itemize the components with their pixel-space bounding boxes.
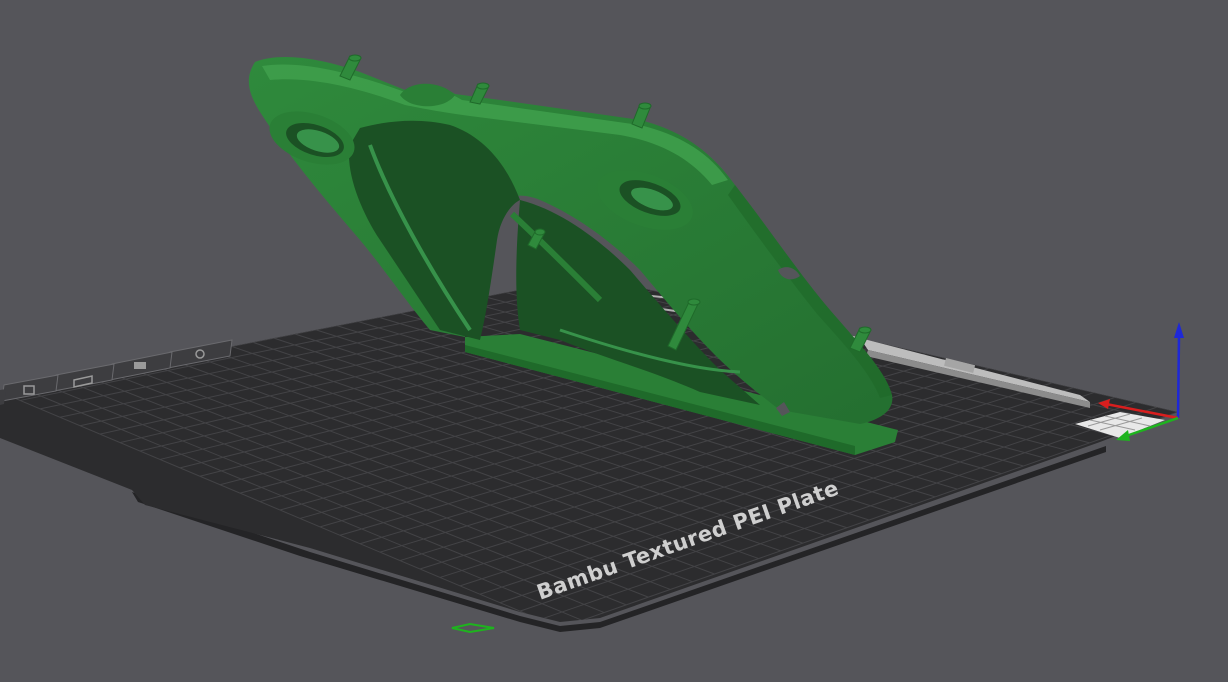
plate-origin-marker <box>451 622 495 634</box>
3d-viewport[interactable]: Bambu Textured PEI Plate <box>0 0 1228 682</box>
z-axis <box>1176 334 1181 419</box>
z-axis-arrow-icon <box>1174 322 1184 338</box>
